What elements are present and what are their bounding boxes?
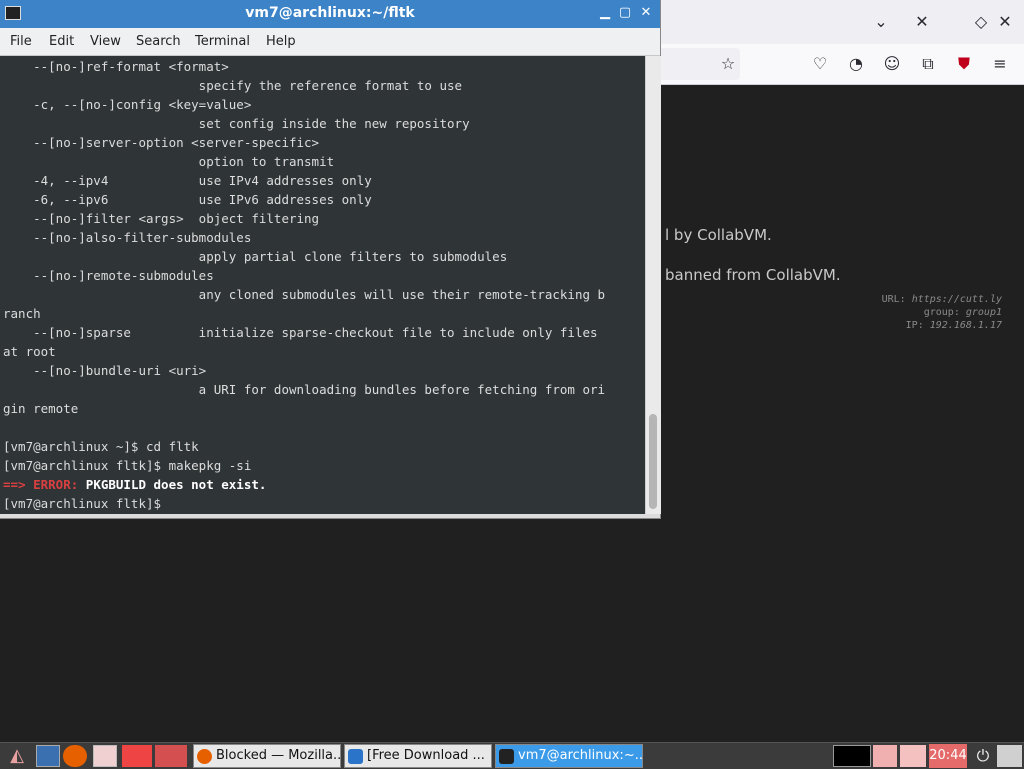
- menu-help[interactable]: Help: [266, 34, 296, 49]
- workspace-1[interactable]: [93, 745, 117, 767]
- scrollbar-thumb[interactable]: [649, 414, 657, 509]
- history-icon[interactable]: ◔: [845, 54, 867, 74]
- close-button[interactable]: ✕: [637, 4, 655, 22]
- diamond-icon[interactable]: ◇: [970, 12, 992, 32]
- task-terminal[interactable]: vm7@archlinux:~...: [495, 744, 643, 768]
- star-icon[interactable]: ☆: [717, 54, 739, 74]
- terminal-text: --[no-]ref-format <format> specify the r…: [3, 57, 605, 513]
- group-label: group:: [923, 307, 960, 318]
- workspace-3[interactable]: [155, 745, 187, 767]
- cpu-graph: [833, 745, 871, 767]
- menu-icon[interactable]: ≡: [989, 54, 1011, 74]
- maximize-button[interactable]: ▢: [616, 4, 634, 22]
- show-desktop-icon[interactable]: [997, 745, 1022, 767]
- browser-tab-strip: ⌄ ✕ ◇ ✕: [660, 0, 1024, 44]
- file-manager-icon[interactable]: [36, 745, 60, 767]
- task-label: [Free Download ...: [367, 748, 485, 763]
- minimize-button[interactable]: ▁: [596, 4, 614, 22]
- url-value: https://cutt.ly: [911, 294, 1002, 305]
- window-title: vm7@archlinux:~/fltk: [245, 5, 415, 21]
- browser-toolbar: ☆ ♡ ◔ ☺ ⧉ ⛊ ≡: [660, 44, 1024, 85]
- close-icon[interactable]: ✕: [911, 12, 933, 32]
- clock[interactable]: 20:44: [929, 744, 967, 768]
- updates-icon[interactable]: [900, 745, 926, 767]
- terminal-icon: [499, 749, 514, 764]
- menu-file[interactable]: File: [10, 34, 32, 49]
- menu-search[interactable]: Search: [136, 34, 181, 49]
- firefox-icon[interactable]: [63, 745, 87, 767]
- page-text-line: banned from CollabVM.: [665, 266, 841, 284]
- power-icon[interactable]: ⏻: [972, 745, 994, 767]
- workspace-2[interactable]: [122, 745, 152, 767]
- ip-label: IP:: [905, 320, 924, 331]
- vm-info: URL: https://cutt.ly group: group1 IP: 1…: [882, 293, 1002, 332]
- extensions-icon[interactable]: ⧉: [917, 54, 939, 74]
- page-text-line: l by CollabVM.: [665, 226, 772, 244]
- terminal-output[interactable]: --[no-]ref-format <format> specify the r…: [0, 56, 644, 514]
- pocket-icon[interactable]: ♡: [809, 54, 831, 74]
- chevron-down-icon[interactable]: ⌄: [870, 12, 892, 32]
- task-download[interactable]: [Free Download ...: [344, 744, 492, 768]
- account-icon[interactable]: ☺: [881, 54, 903, 74]
- group-value: group1: [965, 307, 1002, 318]
- terminal-bottom-edge: [0, 514, 660, 518]
- task-firefox[interactable]: Blocked — Mozilla...: [193, 744, 341, 768]
- close-window-icon[interactable]: ✕: [994, 12, 1016, 32]
- terminal-window: vm7@archlinux:~/fltk ▁ ▢ ✕ File Edit Vie…: [0, 0, 661, 518]
- menu-terminal[interactable]: Terminal: [195, 34, 250, 49]
- command-prompt: [vm7@archlinux fltk]$: [3, 496, 162, 511]
- network-icon[interactable]: [873, 745, 897, 767]
- error-message: PKGBUILD does not exist.: [78, 477, 267, 492]
- ip-value: 192.168.1.17: [929, 320, 1002, 331]
- firefox-icon: [197, 749, 212, 764]
- terminal-titlebar[interactable]: vm7@archlinux:~/fltk ▁ ▢ ✕: [0, 0, 660, 28]
- terminal-scrollbar[interactable]: [645, 56, 661, 514]
- download-icon: [348, 749, 363, 764]
- menu-bar: File Edit View Search Terminal Help: [0, 28, 660, 56]
- url-label: URL:: [881, 294, 906, 305]
- menu-edit[interactable]: Edit: [49, 34, 74, 49]
- task-label: vm7@archlinux:~...: [518, 748, 643, 763]
- ublock-icon[interactable]: ⛊: [953, 54, 975, 74]
- browser-page: l by CollabVM. banned from CollabVM.: [660, 85, 1024, 742]
- taskbar: ◭ Blocked — Mozilla... [Free Download ..…: [0, 742, 1024, 769]
- app-menu-icon[interactable]: ◭: [2, 745, 32, 767]
- error-arrow: ==>: [3, 477, 34, 492]
- error-label: ERROR:: [33, 477, 79, 492]
- output-lines: --[no-]ref-format <format> specify the r…: [3, 59, 606, 473]
- task-label: Blocked — Mozilla...: [216, 748, 341, 763]
- menu-view[interactable]: View: [90, 34, 121, 49]
